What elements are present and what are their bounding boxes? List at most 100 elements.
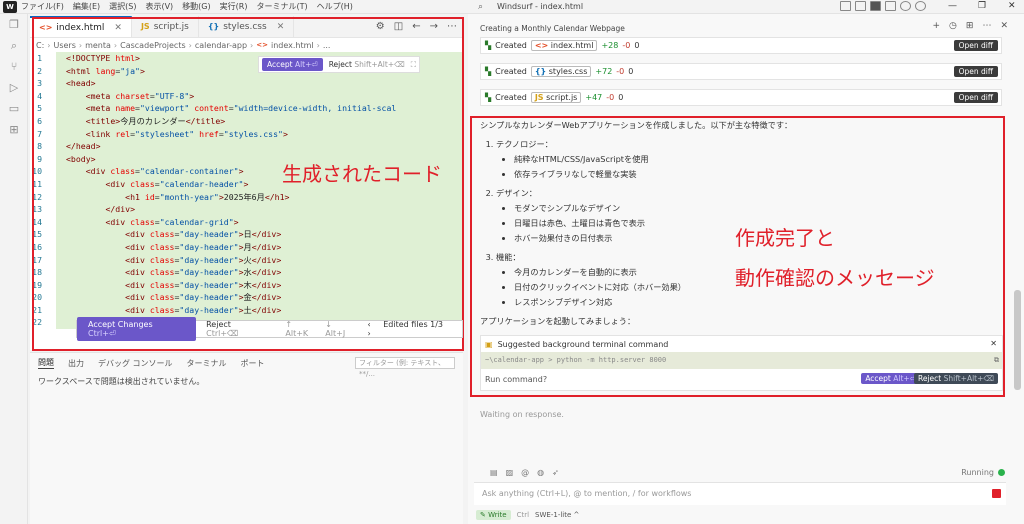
menu-run[interactable]: 実行(R) xyxy=(220,1,248,12)
tab-index-html[interactable]: <> index.html ✕ xyxy=(30,16,132,37)
feature-item: 依存ライブラリなしで軽量な実装 xyxy=(514,167,1000,182)
breadcrumb-item[interactable]: C: xyxy=(36,41,44,50)
model-selector[interactable]: SWE-1-lite ^ xyxy=(535,511,579,519)
extensions-icon[interactable]: ⊞ xyxy=(0,119,28,140)
feature-item: 純粋なHTML/CSS/JavaScriptを使用 xyxy=(514,152,1000,167)
write-mode-toggle[interactable]: ✎ Write xyxy=(476,510,511,520)
layout-toggle-icon[interactable] xyxy=(840,1,851,11)
run-debug-icon[interactable]: ▷ xyxy=(0,77,28,98)
remote-explorer-icon[interactable]: ▭ xyxy=(0,98,28,119)
next-change-button[interactable]: ↓ Alt+J xyxy=(320,320,357,338)
css-file-icon: {} xyxy=(207,22,220,31)
back-arrow-icon[interactable]: ← xyxy=(412,21,420,32)
search-view-icon[interactable]: ⌕ xyxy=(0,35,28,56)
file-chip[interactable]: <> index.html xyxy=(530,40,598,51)
stop-button[interactable] xyxy=(992,489,1001,498)
tab-ports[interactable]: ポート xyxy=(241,358,265,369)
terminal-command-card: ▣ Suggested background terminal command … xyxy=(480,335,1003,391)
code-line: 3 <head> xyxy=(30,77,463,90)
breadcrumb-item[interactable]: CascadeProjects xyxy=(120,41,186,50)
breadcrumb-item[interactable]: ... xyxy=(323,41,331,50)
menu-view[interactable]: 表示(V) xyxy=(145,1,173,12)
expand-icon[interactable]: ⛶ xyxy=(411,60,416,70)
summary-intro: シンプルなカレンダーWebアプリケーションを作成しました。以下が主な特徴です： xyxy=(480,120,793,130)
menu-file[interactable]: ファイル(F) xyxy=(21,1,64,12)
panel-tabs: 問題 出力 デバッグ コンソール ターミナル ポート フィルター (例: テキス… xyxy=(30,353,463,378)
sidebar-toggle-icon[interactable] xyxy=(855,1,866,11)
breadcrumb-item[interactable]: calendar-app xyxy=(195,41,247,50)
created-file-card: ▚ Created <> index.html +28 -0 0 Open diff xyxy=(480,37,1002,54)
created-file-card: ▚ Created JS script.js +47 -0 0 Open diff xyxy=(480,89,1002,106)
code-editor[interactable]: 1 <!DOCTYPE html> 2 <html lang="ja"> 3 <hea… xyxy=(30,52,463,332)
layout-controls xyxy=(840,1,926,11)
inline-reject-button[interactable]: Reject Shift+Alt+⌫ xyxy=(329,60,405,69)
open-diff-button[interactable]: Open diff xyxy=(953,92,998,103)
history-icon[interactable]: ◷ xyxy=(949,21,957,31)
edited-files-nav[interactable]: ‹ Edited files 1/3 › xyxy=(357,320,462,338)
menu-selection[interactable]: 選択(S) xyxy=(109,1,136,12)
inline-accept-button[interactable]: Accept Alt+⏎ xyxy=(262,58,323,71)
attach-file-icon[interactable]: ▤ xyxy=(490,468,498,477)
source-control-icon[interactable]: ⑂ xyxy=(0,56,28,77)
previous-change-button[interactable]: ↑ Alt+K xyxy=(280,320,320,338)
settings-icon[interactable] xyxy=(915,1,926,11)
tab-terminal[interactable]: ターミナル xyxy=(187,358,227,369)
account-icon[interactable] xyxy=(900,1,911,11)
problems-filter-input[interactable]: フィルター (例: テキスト、**/... xyxy=(355,357,455,378)
terminal-icon: ▣ xyxy=(485,339,493,349)
breadcrumb-item[interactable]: Users xyxy=(53,41,75,50)
more-actions-icon[interactable]: ⋯ xyxy=(447,21,457,32)
more-actions-icon[interactable]: ⋯ xyxy=(982,21,991,31)
close-tab-icon[interactable]: ✕ xyxy=(277,22,285,32)
html-file-icon: <> xyxy=(256,41,268,49)
minimize-button[interactable]: — xyxy=(948,1,957,11)
chevron-right-icon: › xyxy=(367,329,371,338)
gear-icon[interactable]: ⚙ xyxy=(376,21,385,32)
accept-changes-button[interactable]: Accept Changes Ctrl+⏎ xyxy=(77,317,197,341)
reject-command-button[interactable]: Reject Shift+Alt+⌫ xyxy=(913,373,998,384)
chat-scrollbar[interactable] xyxy=(1014,290,1021,390)
summary-outro: アプリケーションを起動してみましょう： xyxy=(480,316,636,326)
chat-input[interactable]: Ask anything (Ctrl+L), @ to mention, / f… xyxy=(474,482,1006,505)
accept-command-button[interactable]: Accept Alt+⏎ xyxy=(861,373,920,384)
explorer-icon[interactable]: ❐ xyxy=(0,14,28,35)
tab-debug-console[interactable]: デバッグ コンソール xyxy=(98,358,173,369)
close-tab-icon[interactable]: ✕ xyxy=(114,23,122,33)
menu-edit[interactable]: 編集(E) xyxy=(73,1,100,12)
search-icon[interactable]: ⌕ xyxy=(478,2,483,12)
tab-styles-css[interactable]: {} styles.css ✕ xyxy=(199,16,295,37)
menu-help[interactable]: ヘルプ(H) xyxy=(317,1,353,12)
open-diff-button[interactable]: Open diff xyxy=(953,66,998,77)
new-chat-icon[interactable]: + xyxy=(933,21,941,31)
menu-go[interactable]: 移動(G) xyxy=(182,1,210,12)
file-chip[interactable]: JS script.js xyxy=(530,92,582,103)
split-editor-icon[interactable]: ◫ xyxy=(394,21,403,32)
image-icon[interactable]: ▨ xyxy=(506,468,514,477)
file-created-icon: ▚ xyxy=(485,41,492,50)
aux-sidebar-toggle-icon[interactable] xyxy=(885,1,896,11)
breadcrumb-item[interactable]: menta xyxy=(85,41,111,50)
annotation-label-message-2: 動作確認のメッセージ xyxy=(735,266,935,290)
close-icon[interactable]: ✕ xyxy=(990,339,997,348)
waiting-status: Waiting on response. xyxy=(480,410,564,419)
tab-output[interactable]: 出力 xyxy=(68,358,84,369)
close-window-button[interactable]: ✕ xyxy=(1008,1,1016,11)
menu-terminal[interactable]: ターミナル(T) xyxy=(256,1,307,12)
file-chip[interactable]: {} styles.css xyxy=(530,66,592,77)
globe-icon[interactable]: ◍ xyxy=(537,468,544,477)
panel-layout-icon[interactable]: ⊞ xyxy=(966,21,974,31)
rocket-icon[interactable]: ➶ xyxy=(552,468,559,477)
open-diff-button[interactable]: Open diff xyxy=(953,40,998,51)
breadcrumb-item[interactable]: index.html xyxy=(271,41,314,50)
panel-toggle-icon[interactable] xyxy=(870,1,881,11)
tab-problems[interactable]: 問題 xyxy=(38,357,54,369)
tab-script-js[interactable]: JS script.js xyxy=(132,16,199,37)
maximize-button[interactable]: ❐ xyxy=(978,1,986,11)
reject-changes-button[interactable]: Reject Ctrl+⌫ xyxy=(196,320,280,338)
mention-icon[interactable]: @ xyxy=(521,468,529,477)
forward-arrow-icon[interactable]: → xyxy=(430,21,438,32)
close-chat-icon[interactable]: ✕ xyxy=(1000,21,1008,31)
code-line: 12 <h1 id="month-year">2025年6月</h1> xyxy=(30,190,463,204)
code-line: 21 <div class="day-header">土</div> xyxy=(30,303,463,317)
copy-icon[interactable]: ⧉ xyxy=(994,352,999,369)
